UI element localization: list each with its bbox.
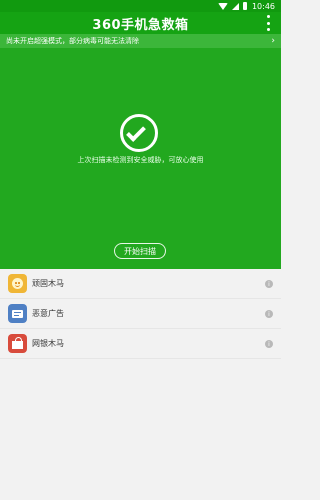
trojan-icon [8,274,27,293]
start-scan-button[interactable]: 开始扫描 [114,243,166,259]
bank-trojan-icon [8,334,27,353]
list-item-malicious-ads[interactable]: 恶意广告 i [0,299,281,329]
notice-text: 尚未开启超强模式，部分病毒可能无法清除 [6,37,139,45]
status-bar: 10:46 [0,0,281,12]
more-dot-icon [266,21,270,25]
list-item-stubborn-trojan[interactable]: 顽固木马 i [0,269,281,299]
signal-icon [231,2,239,10]
list-item-label: 恶意广告 [32,309,64,318]
wifi-icon [217,2,228,10]
card-icon [12,309,23,318]
check-mark-icon [126,122,146,142]
check-circle-icon [120,114,158,152]
battery-icon [242,2,247,10]
more-dot-icon [266,15,270,18]
info-icon[interactable]: i [265,310,273,318]
list-item-label: 网银木马 [32,339,64,348]
info-icon[interactable]: i [265,340,273,348]
list-item-bank-trojan[interactable]: 网银木马 i [0,329,281,359]
threat-category-list: 顽固木马 i 恶意广告 i 网银木马 i [0,269,281,359]
more-menu-button[interactable] [263,15,273,31]
app-title: 360手机急救箱 [92,17,189,33]
scan-status-panel: 上次扫描未检测到安全威胁，可放心使用 开始扫描 [0,48,281,269]
app-header: 360手机急救箱 [0,12,281,34]
scan-result-message: 上次扫描未检测到安全威胁，可放心使用 [77,156,204,164]
chevron-right-icon: › [271,36,275,46]
bag-icon [12,337,23,349]
list-item-label: 顽固木马 [32,279,64,288]
smiley-icon [12,278,23,289]
ad-icon [8,304,27,323]
status-time: 10:46 [251,1,275,11]
super-mode-notice[interactable]: 尚未开启超强模式，部分病毒可能无法清除 › [0,34,281,48]
info-icon[interactable]: i [265,280,273,288]
more-dot-icon [266,28,270,31]
